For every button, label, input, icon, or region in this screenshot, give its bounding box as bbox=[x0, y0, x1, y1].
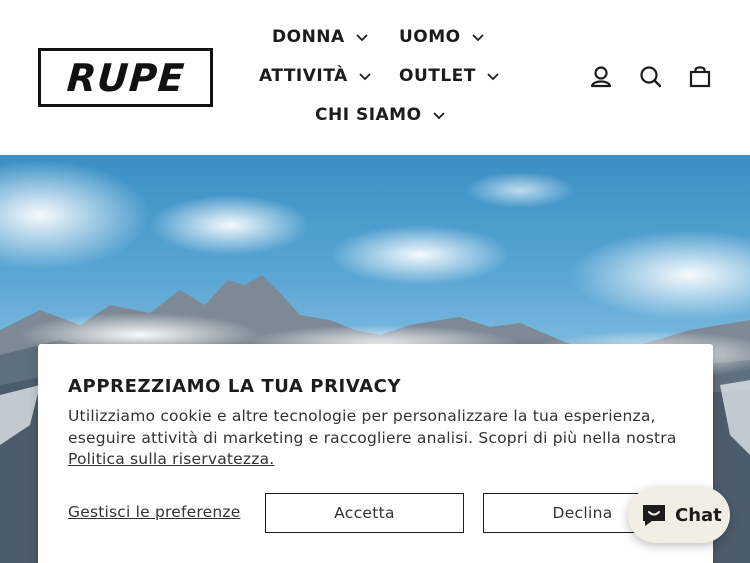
cookie-description-text: Utilizziamo cookie e altre tecnologie pe… bbox=[68, 407, 677, 447]
nav-label-donna: DONNA bbox=[272, 27, 345, 47]
nav-label-chi-siamo: CHI SIAMO bbox=[315, 105, 422, 125]
search-icon[interactable] bbox=[636, 62, 666, 92]
nav-item-outlet[interactable]: OUTLET bbox=[399, 66, 500, 86]
nav-label-uomo: UOMO bbox=[399, 27, 461, 47]
nav-label-outlet: OUTLET bbox=[399, 66, 476, 86]
cookie-title: APPREZZIAMO LA TUA PRIVACY bbox=[68, 376, 402, 397]
account-icon[interactable] bbox=[586, 62, 616, 92]
chevron-down-icon bbox=[432, 112, 445, 120]
privacy-policy-link[interactable]: Politica sulla riservatezza. bbox=[68, 450, 274, 468]
manage-preferences-link[interactable]: Gestisci le preferenze bbox=[68, 503, 240, 521]
chevron-down-icon bbox=[359, 73, 371, 81]
cookie-description: Utilizziamo cookie e altre tecnologie pe… bbox=[68, 406, 693, 471]
cookie-consent-dialog: APPREZZIAMO LA TUA PRIVACY Utilizziamo c… bbox=[38, 344, 713, 563]
chevron-down-icon bbox=[487, 73, 499, 81]
chat-bubble-icon bbox=[643, 505, 665, 526]
nav-label-attivita: ATTIVITÀ bbox=[259, 66, 348, 86]
chat-label: Chat bbox=[675, 504, 722, 526]
site-logo[interactable]: RUPE bbox=[38, 48, 213, 107]
chevron-down-icon bbox=[356, 34, 368, 42]
accept-button[interactable]: Accetta bbox=[265, 493, 464, 533]
chevron-down-icon bbox=[471, 34, 484, 42]
logo-text: RUPE bbox=[64, 55, 187, 100]
nav-item-uomo[interactable]: UOMO bbox=[399, 27, 485, 47]
nav-item-donna[interactable]: DONNA bbox=[272, 27, 369, 47]
chat-button[interactable]: Chat bbox=[628, 487, 730, 543]
cart-icon[interactable] bbox=[685, 62, 715, 92]
nav-item-attivita[interactable]: ATTIVITÀ bbox=[259, 66, 372, 86]
nav-item-chi-siamo[interactable]: CHI SIAMO bbox=[315, 105, 446, 125]
site-header: RUPE DONNA UOMO ATTIVITÀ OUTLET CHI SIAM… bbox=[0, 0, 750, 155]
